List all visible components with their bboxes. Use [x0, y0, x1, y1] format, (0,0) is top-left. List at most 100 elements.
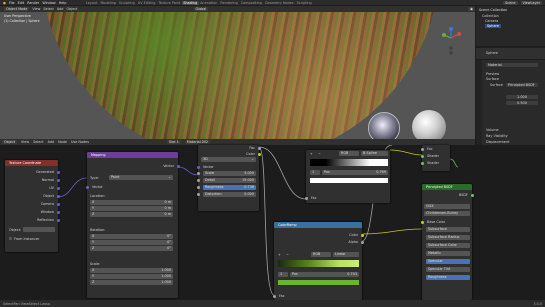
location-z-field[interactable]: Z0 m — [90, 212, 173, 217]
socket-mix-fac[interactable] — [420, 148, 424, 151]
from-instancer-checkbox[interactable]: From Instancer — [9, 237, 39, 241]
ne-menu-view[interactable]: View — [21, 140, 29, 144]
tab-uv-editing[interactable]: UV Editing — [136, 1, 157, 5]
rotation-z-field[interactable]: Z 0° — [90, 246, 173, 251]
node-mapping-header[interactable]: Mapping — [87, 152, 178, 158]
outliner-item-collection[interactable]: Collection — [482, 14, 499, 18]
tab-layout[interactable]: Layout — [84, 1, 99, 5]
view-layer-selector[interactable]: ViewLayer — [520, 0, 542, 5]
rotation-x-field[interactable]: X 0° — [90, 234, 173, 239]
ramp1-color-swatch[interactable] — [310, 178, 388, 183]
location-x-field[interactable]: X0 m — [90, 200, 173, 205]
noise-scale-field[interactable]: Scale 5.000 — [203, 171, 256, 176]
socket-reflection[interactable] — [56, 219, 60, 222]
material-slot[interactable]: Material — [486, 63, 538, 67]
transform-orientation-dropdown[interactable]: Global — [193, 7, 209, 11]
scale-x-field[interactable]: X 1.000 — [90, 268, 173, 273]
object-field[interactable] — [23, 227, 55, 232]
socket-mapping-vector-in[interactable] — [85, 186, 89, 189]
node-colorramp2-header[interactable]: ColorRamp — [274, 222, 362, 228]
volume-section[interactable]: Volume — [486, 128, 499, 132]
ramp2-mode-dropdown[interactable]: RGB — [311, 252, 331, 257]
tab-texture-paint[interactable]: Texture Paint — [157, 1, 182, 5]
socket-bsdf-output[interactable] — [470, 194, 474, 197]
ramp1-interp-dropdown[interactable]: B-Spline — [361, 151, 388, 156]
tab-sculpting[interactable]: Sculpting — [117, 1, 136, 5]
prop-value-2[interactable]: 0.500 — [506, 101, 538, 105]
node-colorramp-1[interactable]: + − RGB B-Spline 1 Pos 0.769 Fac — [304, 150, 390, 203]
specular-field[interactable]: Specular — [426, 259, 470, 264]
distribution-dropdown[interactable]: GGX — [424, 204, 470, 209]
slot-dropdown[interactable]: Slot 1 — [167, 140, 181, 144]
socket-base-color[interactable] — [420, 221, 424, 224]
menu-file[interactable]: File — [9, 1, 15, 5]
subsurface-method-dropdown[interactable]: Christensen-Burley — [424, 211, 470, 216]
displacement-section[interactable]: Displacement — [486, 140, 509, 144]
node-texcoord-header[interactable]: Texture Coordinate — [5, 160, 58, 166]
scale-z-field[interactable]: Z 1.000 — [90, 280, 173, 285]
noise-roughness-field[interactable]: Roughness 0.736 — [203, 185, 256, 190]
socket-normal[interactable] — [56, 179, 60, 182]
specular-tint-field[interactable]: Specular Tint — [426, 267, 470, 272]
subsurface-field[interactable]: Subsurface — [426, 227, 470, 232]
tab-shading[interactable]: Shading — [181, 0, 199, 5]
node-texture-coordinate[interactable]: Texture Coordinate Generated Normal UV O… — [5, 160, 60, 252]
blender-logo-icon[interactable]: ● — [3, 1, 6, 5]
preview-section[interactable]: Preview — [486, 72, 499, 76]
metallic-field[interactable]: Metallic — [426, 251, 470, 256]
tab-modeling[interactable]: Modeling — [99, 1, 117, 5]
socket-noise-vector[interactable] — [196, 166, 200, 169]
socket-mix-shader2[interactable] — [420, 162, 424, 165]
scale-y-field[interactable]: Y 1.000 — [90, 274, 173, 279]
socket-ramp2-alpha[interactable] — [360, 241, 364, 244]
ramp1-mode-dropdown[interactable]: RGB — [339, 151, 359, 156]
tab-animation[interactable]: Animation — [199, 1, 219, 5]
tab-scripting[interactable]: Scripting — [295, 1, 313, 5]
socket-ramp2-color[interactable] — [360, 234, 364, 237]
node-colorramp-2[interactable]: ColorRamp Color Alpha + − RGB Linear 1 P… — [272, 222, 364, 300]
noise-dimension-dropdown[interactable]: 3D ⌄ — [201, 157, 256, 162]
socket-object[interactable] — [56, 195, 60, 198]
subsurface-color-field[interactable]: Subsurface Color — [426, 243, 470, 248]
menu-help[interactable]: Help — [59, 1, 67, 5]
socket-uv[interactable] — [56, 187, 60, 190]
mapping-type-dropdown[interactable]: Point ⌄ — [109, 175, 173, 180]
surface-section[interactable]: Surface — [486, 77, 499, 81]
surface-shader-dropdown[interactable]: Principled BSDF — [506, 83, 538, 87]
viewport-menu-add[interactable]: Add — [57, 7, 64, 11]
ne-menu-add[interactable]: Add — [48, 140, 55, 144]
socket-ramp2-fac[interactable] — [272, 295, 276, 298]
socket-generated[interactable] — [56, 171, 60, 174]
ramp1-index[interactable]: 1 — [310, 170, 320, 175]
node-mix-shader[interactable]: Fac Shader Shader — [420, 145, 450, 171]
tab-compositing[interactable]: Compositing — [239, 1, 263, 5]
tab-geometry-nodes[interactable]: Geometry Nodes — [264, 1, 296, 5]
tab-rendering[interactable]: Rendering — [219, 1, 239, 5]
ray-visibility-section[interactable]: Ray Visibility — [486, 134, 508, 138]
noise-detail-field[interactable]: Detail 15.000 — [203, 178, 256, 183]
prop-value-1[interactable]: 1.000 — [506, 95, 538, 99]
node-principled-header[interactable]: Principled BSDF — [422, 184, 472, 190]
ne-menu-node[interactable]: Node — [58, 140, 67, 144]
socket-noise-fac[interactable] — [257, 147, 261, 150]
location-y-field[interactable]: Y0 m — [90, 206, 173, 211]
viewport-menu-view[interactable]: View — [32, 7, 40, 11]
socket-ramp1-fac[interactable] — [304, 197, 308, 200]
scene-selector[interactable]: Scene — [503, 0, 518, 5]
ramp1-gradient[interactable] — [310, 159, 388, 166]
node-principled-bsdf[interactable]: Principled BSDF BSDF GGX Christensen-Bur… — [420, 184, 474, 300]
outliner-item-camera[interactable]: Camera — [485, 19, 498, 23]
socket-mapping-vector-out[interactable] — [176, 165, 180, 168]
object-mode-dropdown[interactable]: Object Mode — [4, 7, 30, 11]
ramp1-remove-button[interactable]: − — [318, 152, 321, 156]
socket-noise-distortion[interactable] — [196, 193, 200, 196]
navigation-gizmo[interactable] — [438, 26, 464, 56]
ramp2-pos-field[interactable]: Pos 0.743 — [290, 272, 359, 277]
viewport-menu-select[interactable]: Select — [43, 7, 53, 11]
node-noise-texture[interactable]: Fac Color 3D ⌄ Vector Scale 5.000 Detail 15… — [196, 145, 261, 211]
roughness-field[interactable]: Roughness — [426, 275, 470, 280]
menu-window[interactable]: Window — [42, 1, 55, 5]
3d-viewport[interactable]: User Perspective (1) Collection | Sphere — [0, 12, 475, 139]
ramp2-remove-button[interactable]: − — [286, 253, 289, 257]
socket-noise-color[interactable] — [257, 153, 261, 156]
